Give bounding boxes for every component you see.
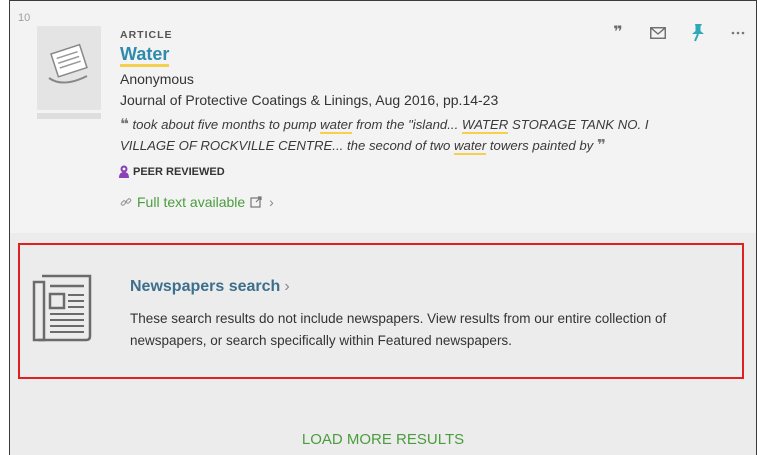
- document-icon: [48, 43, 88, 84]
- peer-reviewed-badge: PEER REVIEWED: [118, 165, 225, 178]
- chevron-right-icon: ›: [269, 194, 274, 210]
- more-icon: [731, 31, 745, 35]
- peer-reviewed-icon: [119, 165, 129, 178]
- result-card: 10 ARTICLE Water Anonymous Journal of Pr…: [10, 1, 756, 233]
- load-more-button[interactable]: LOAD MORE RESULTS: [10, 431, 756, 448]
- newspapers-description: These search results do not include news…: [130, 311, 667, 348]
- cite-button[interactable]: ❞: [598, 23, 638, 43]
- thumbnail-shadow: [37, 113, 101, 119]
- document-thumbnail[interactable]: [37, 26, 101, 110]
- pin-icon: [692, 24, 704, 42]
- newspapers-search-link[interactable]: Newspapers search ›: [130, 278, 290, 296]
- envelope-icon: [650, 27, 666, 39]
- email-button[interactable]: [638, 23, 678, 43]
- chevron-right-icon: ›: [284, 278, 290, 295]
- pin-button[interactable]: [678, 23, 718, 43]
- result-title[interactable]: Water: [120, 44, 170, 67]
- result-source: Journal of Protective Coatings & Linings…: [120, 92, 499, 108]
- quote-icon: ❞: [613, 24, 623, 41]
- link-icon: [120, 198, 132, 206]
- newspapers-search-callout: Newspapers search › These search results …: [18, 243, 744, 379]
- highlighted-term: WATER: [461, 117, 509, 134]
- open-quote-icon: ❝: [120, 116, 129, 133]
- results-panel: 10 ARTICLE Water Anonymous Journal of Pr…: [9, 0, 757, 455]
- resource-type: ARTICLE: [120, 29, 173, 41]
- close-quote-icon: ❞: [596, 137, 606, 154]
- highlighted-term: water: [320, 117, 353, 134]
- result-number: 10: [18, 12, 31, 24]
- highlighted-term: water: [453, 138, 487, 155]
- result-author: Anonymous: [120, 71, 194, 87]
- result-snippet: ❝ took about five months to pump water f…: [120, 116, 649, 155]
- more-actions-button[interactable]: [718, 23, 757, 43]
- result-title-text[interactable]: Water: [120, 44, 170, 67]
- result-actions: ❞: [598, 23, 757, 43]
- external-link-icon: [250, 196, 262, 208]
- newspaper-icon: [32, 274, 92, 342]
- full-text-link[interactable]: Full text available ›: [120, 194, 274, 210]
